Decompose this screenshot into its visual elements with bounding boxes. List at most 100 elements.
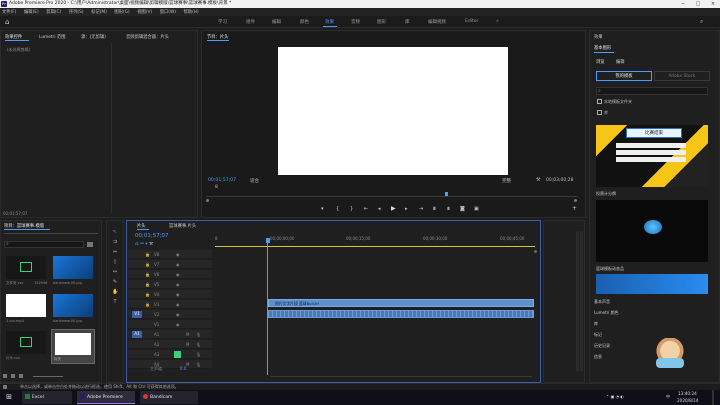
workspace-audio[interactable]: 音频: [351, 19, 360, 25]
info-tab[interactable]: 信息: [594, 354, 602, 360]
track-header-v7[interactable]: V7 🔒 ◉: [128, 260, 212, 269]
program-timecode[interactable]: 00;01;57;07: [208, 178, 236, 183]
icon-view-icon[interactable]: [19, 374, 23, 378]
history-tab[interactable]: 历史记录: [594, 343, 610, 349]
comparison-view-icon[interactable]: ▣: [474, 206, 479, 212]
zoom-slider[interactable]: [33, 376, 63, 377]
libraries-tab[interactable]: 库: [594, 321, 598, 327]
add-marker-icon[interactable]: ▾: [321, 206, 324, 212]
quality-dropdown[interactable]: 完整: [502, 178, 511, 184]
linked-selection-icon[interactable]: ⚯: [140, 242, 144, 247]
project-item-thumb[interactable]: [6, 294, 46, 317]
close-icon[interactable]: ×: [706, 0, 720, 8]
eye-icon[interactable]: ◉: [176, 322, 180, 327]
zoom-handle-right[interactable]: [574, 199, 577, 202]
subtab-edit[interactable]: 编辑: [616, 59, 625, 65]
workspace-graphics[interactable]: 图形: [377, 19, 386, 25]
home-icon[interactable]: ⌂: [5, 18, 9, 26]
play-icon[interactable]: ▶: [391, 205, 396, 212]
template-thumb-1[interactable]: 比赛结束: [596, 125, 708, 187]
show-desktop-button[interactable]: [712, 390, 714, 405]
workspace-color[interactable]: 颜色: [300, 19, 309, 25]
track-header-v8[interactable]: V8 🔒 ◉: [128, 250, 212, 259]
taskbar-excel[interactable]: Excel: [22, 391, 72, 404]
mute-icon[interactable]: M: [186, 362, 189, 367]
go-to-in-icon[interactable]: ⇤: [364, 206, 368, 212]
lock-icon[interactable]: [3, 374, 7, 378]
track-header-v4[interactable]: V4 🔒 ◉: [128, 290, 212, 299]
tab-effects[interactable]: 效果: [594, 34, 603, 40]
graphics-search-input[interactable]: ⌕: [596, 87, 708, 95]
maximize-icon[interactable]: □: [691, 0, 705, 8]
taskbar-time[interactable]: 13:40:24: [678, 391, 697, 396]
track-header-v2[interactable]: V1 V2 ◉: [128, 310, 212, 319]
go-to-out-icon[interactable]: ⇥: [419, 206, 423, 212]
workspace-libraries[interactable]: 库: [405, 19, 410, 25]
tab-source[interactable]: 源：(无剪辑): [81, 34, 106, 40]
video-clip[interactable]: 图片文字片段 篮球Bull.tif: [268, 299, 534, 307]
lift-icon[interactable]: ⩩: [433, 206, 436, 212]
workspace-edit-video[interactable]: 编辑视频: [428, 19, 446, 25]
zoom-handle-left[interactable]: [206, 199, 209, 202]
track-header-v5[interactable]: V5 🔒 ◉: [128, 280, 212, 289]
mute-icon[interactable]: M: [186, 332, 189, 337]
mark-out-icon[interactable]: }: [350, 206, 353, 212]
snap-icon[interactable]: ⎌: [135, 242, 139, 247]
track-header-a2[interactable]: A2 M 🎙: [128, 340, 212, 349]
workspace-learn[interactable]: 学习: [218, 19, 227, 25]
template-thumb-2[interactable]: [596, 200, 708, 262]
project-item-thumb[interactable]: [53, 294, 93, 317]
eye-icon[interactable]: ◉: [176, 272, 180, 277]
lumetri-color-tab[interactable]: Lumetri 颜色: [594, 310, 619, 316]
taskbar-date[interactable]: 2020/8/14: [677, 398, 698, 403]
project-item-thumb[interactable]: [53, 256, 93, 279]
lock-icon[interactable]: 🔒: [145, 262, 150, 267]
lock-icon[interactable]: 🔒: [145, 252, 150, 257]
adobe-stock-button[interactable]: Adobe Stock: [654, 71, 710, 81]
add-button-icon[interactable]: +: [572, 205, 577, 212]
source-patch[interactable]: V1: [132, 311, 142, 318]
lock-icon[interactable]: 🔒: [145, 302, 150, 307]
track-header-v6[interactable]: V6 🔒 ◉: [128, 270, 212, 279]
export-frame-icon[interactable]: ◙: [460, 206, 465, 212]
wrench-icon[interactable]: ⚒: [149, 242, 153, 247]
system-tray-icons[interactable]: ⌃ ▣ ◔ ◐: [606, 394, 624, 399]
audio-clip[interactable]: [268, 310, 534, 318]
eye-icon[interactable]: ◉: [176, 262, 180, 267]
track-header-a1[interactable]: A1 A1 M 🎙: [128, 330, 212, 339]
new-bin-icon[interactable]: [87, 242, 93, 247]
input-language[interactable]: 中: [666, 394, 670, 400]
add-marker-icon[interactable]: ▾: [145, 242, 147, 247]
minimize-icon[interactable]: −: [676, 0, 690, 8]
project-item-thumb[interactable]: [6, 256, 46, 279]
razor-tool-icon[interactable]: ◊: [112, 259, 118, 265]
lock-icon[interactable]: 🔒: [145, 272, 150, 277]
mark-in-icon[interactable]: {: [336, 206, 339, 212]
step-back-icon[interactable]: ◂: [378, 206, 381, 212]
local-templates-checkbox[interactable]: [597, 99, 602, 104]
eye-icon[interactable]: ◉: [176, 252, 180, 257]
wrench-icon[interactable]: ⚒: [536, 177, 540, 183]
taskbar-bandicam[interactable]: Bandicam: [140, 391, 198, 404]
markers-tab[interactable]: 标记: [594, 332, 602, 338]
subtab-browse[interactable]: 浏览: [596, 59, 605, 65]
track-header-v1[interactable]: V1 ◉: [128, 320, 212, 329]
step-forward-icon[interactable]: ▸: [405, 206, 408, 212]
track-header-a3[interactable]: A3 🎙: [128, 350, 212, 359]
lock-icon[interactable]: 🔒: [145, 282, 150, 287]
more-workspaces-icon[interactable]: »: [496, 19, 499, 24]
master-volume[interactable]: 0.0: [180, 366, 186, 371]
mute-icon[interactable]: M: [186, 342, 189, 347]
solo-icon[interactable]: [174, 351, 181, 358]
selection-tool-icon[interactable]: ↖: [112, 229, 118, 235]
extract-icon[interactable]: ⩨: [447, 206, 450, 212]
eye-icon[interactable]: ◉: [176, 292, 180, 297]
ripple-edit-icon[interactable]: ⇔: [112, 249, 118, 255]
track-select-icon[interactable]: ⇉: [112, 239, 118, 245]
mic-icon[interactable]: 🎙: [196, 342, 201, 347]
source-patch[interactable]: A1: [132, 331, 142, 338]
windows-start-icon[interactable]: ⊞: [2, 391, 16, 404]
fit-dropdown[interactable]: 适合: [250, 178, 259, 184]
monitor-scrub-bar[interactable]: [206, 196, 578, 197]
eye-icon[interactable]: ◉: [176, 312, 180, 317]
